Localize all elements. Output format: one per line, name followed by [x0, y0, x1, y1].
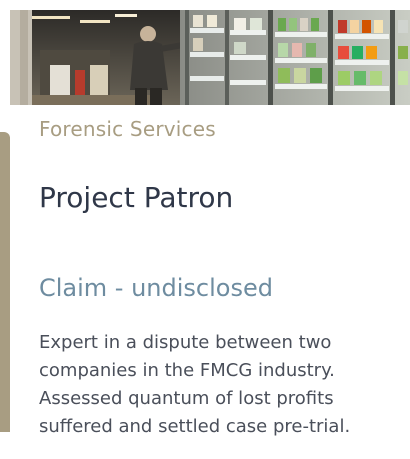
hero-image	[10, 10, 410, 105]
card-description: Expert in a dispute between two companie…	[39, 332, 351, 437]
card-title: Project Patron	[39, 181, 234, 214]
card-subtitle: Claim - undisclosed	[39, 274, 273, 302]
case-study-card: Forensic Services Project Patron Claim -…	[0, 0, 410, 459]
accent-bar	[0, 132, 10, 432]
card-category: Forensic Services	[39, 117, 216, 141]
